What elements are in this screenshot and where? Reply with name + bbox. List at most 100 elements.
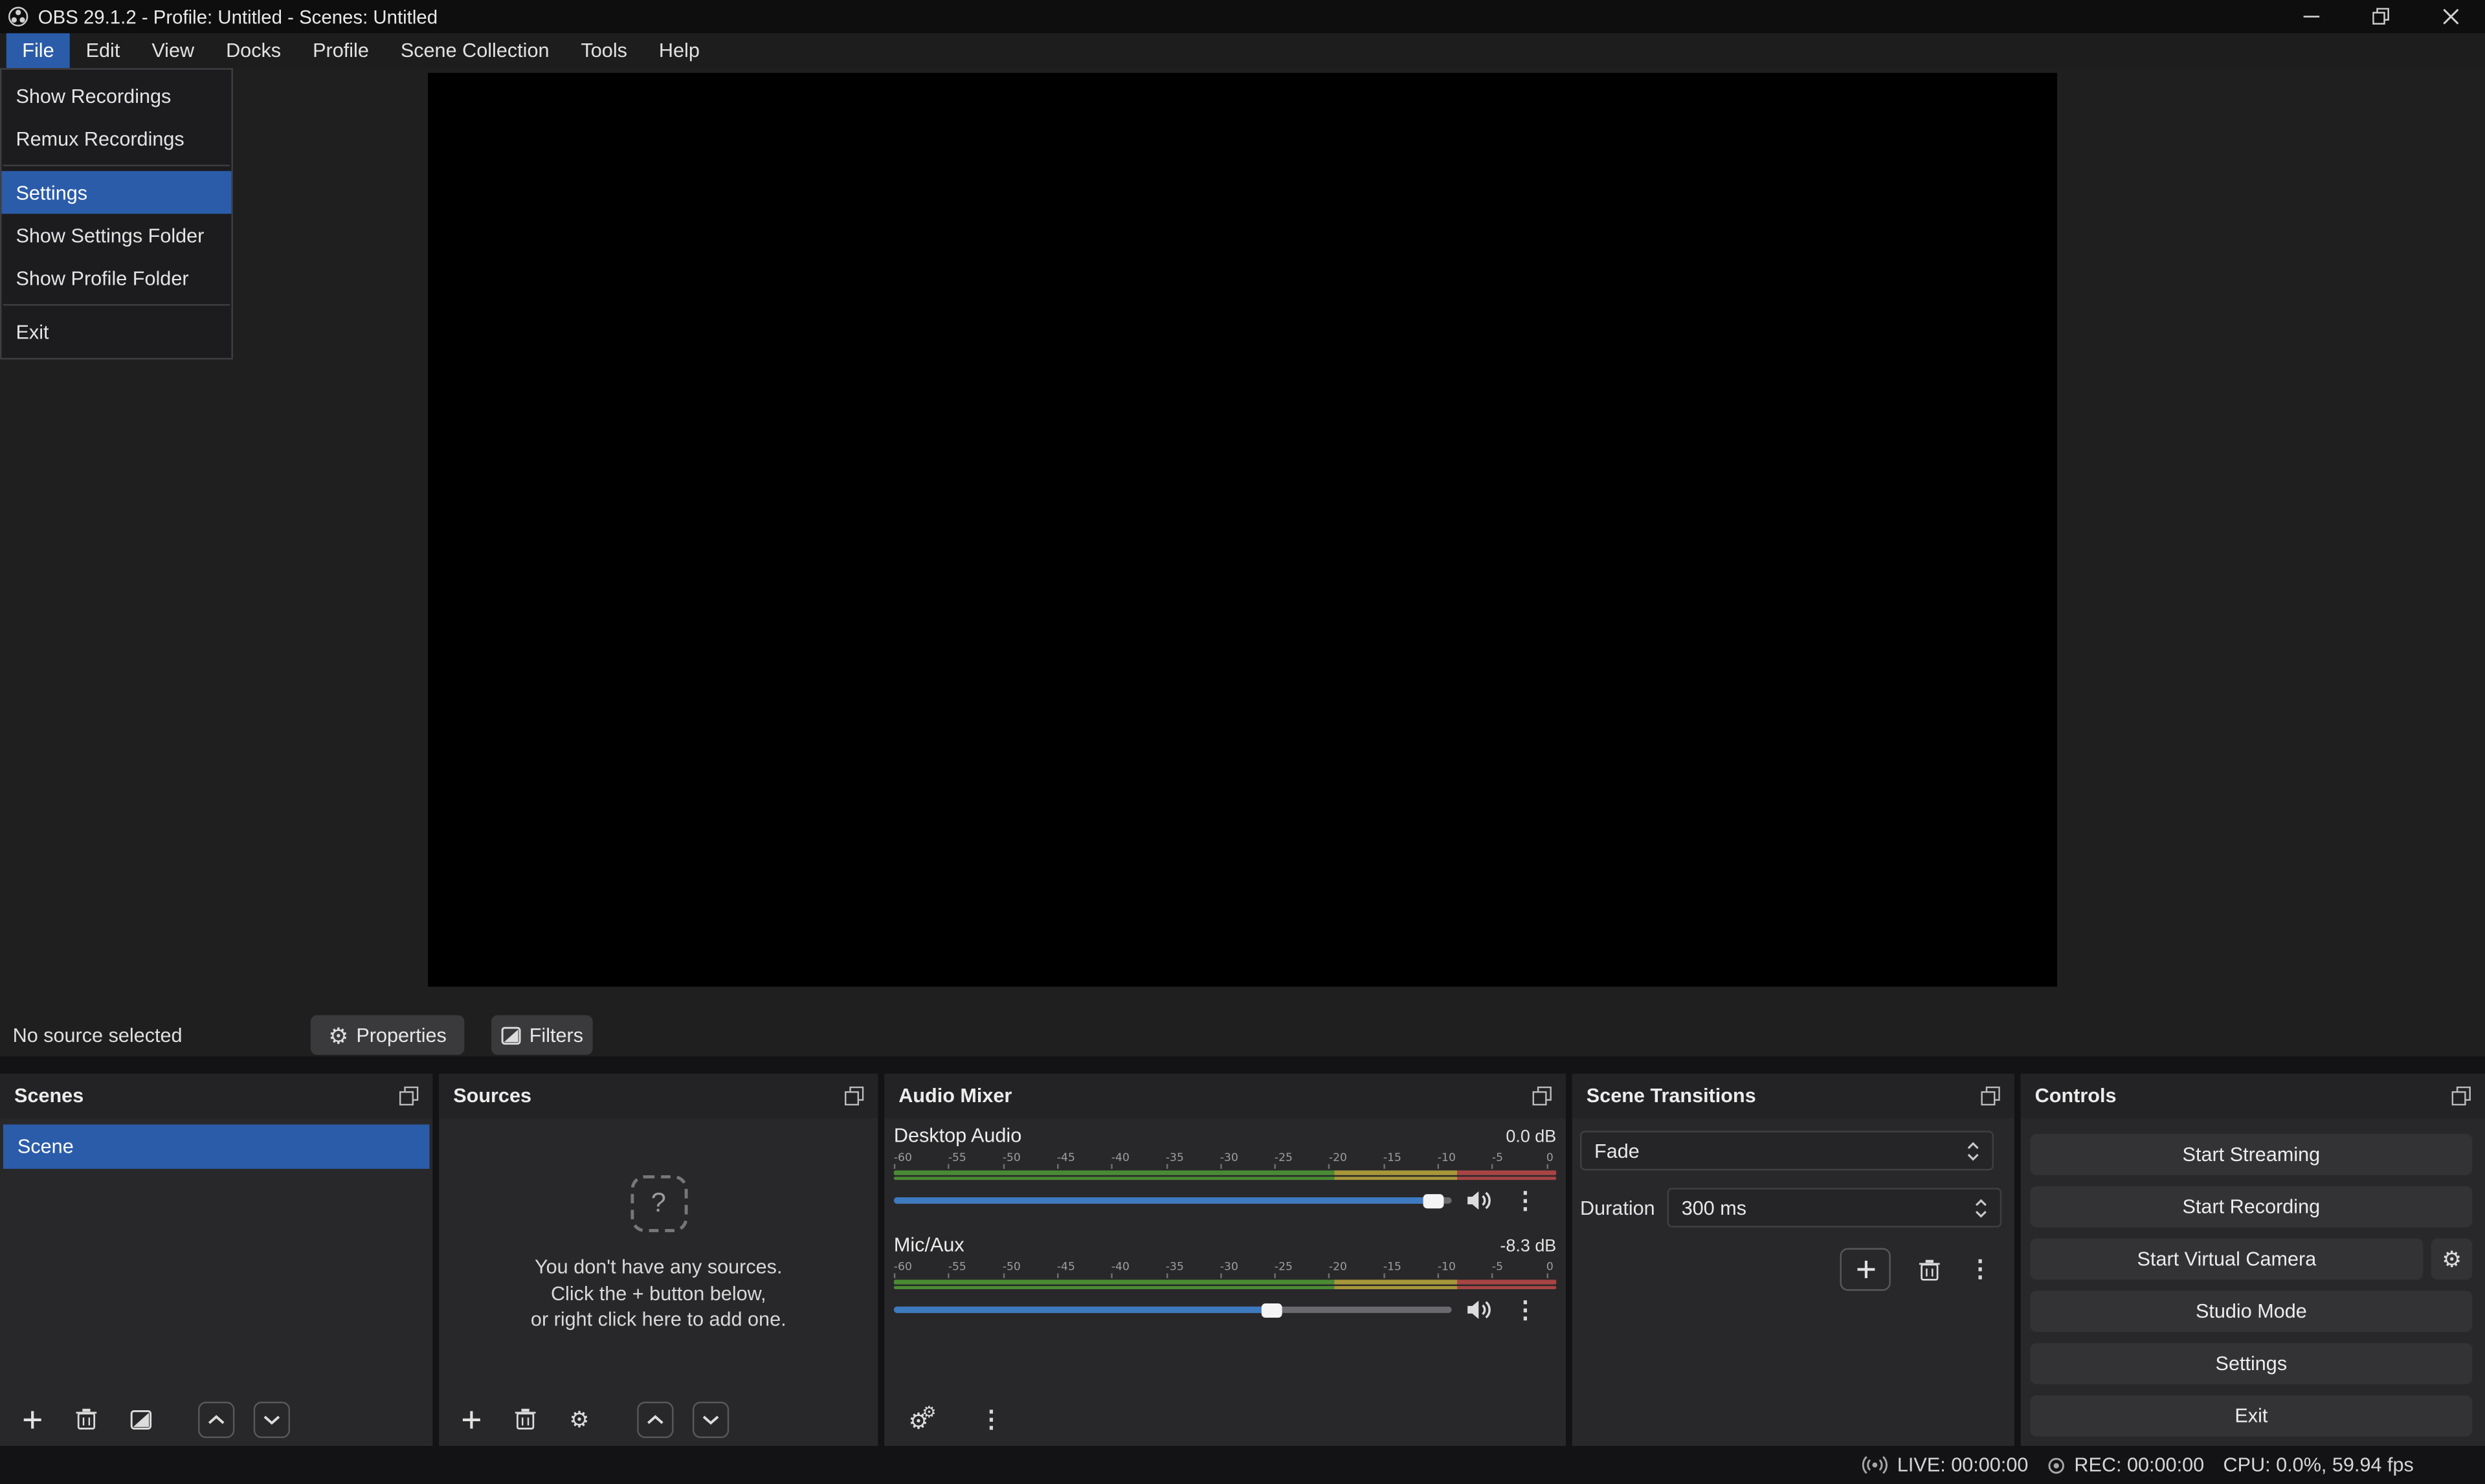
- mixer-channel-desktop-audio: Desktop Audio 0.0 dB -60-55-50-45-40-35-…: [894, 1124, 1556, 1212]
- volume-meter-scale: -60-55-50-45-40-35-30-25-20-15-10-50: [894, 1153, 1556, 1169]
- menu-separator: [3, 165, 230, 166]
- move-source-down-button[interactable]: [693, 1401, 729, 1437]
- scene-transitions-dock: Scene Transitions Fade Duration 300 ms: [1572, 1074, 2014, 1446]
- exit-button[interactable]: Exit: [2030, 1395, 2472, 1437]
- menu-item-show-settings-folder[interactable]: Show Settings Folder: [1, 214, 231, 256]
- cpu-fps-label: CPU: 0.0%, 59.94 fps: [2223, 1454, 2414, 1476]
- properties-button-label: Properties: [356, 1024, 447, 1046]
- close-button[interactable]: [2415, 0, 2485, 33]
- duration-spinbox[interactable]: 300 ms: [1667, 1188, 2002, 1227]
- mixer-channel-mic-aux: Mic/Aux -8.3 dB -60-55-50-45-40-35-30-25…: [894, 1234, 1556, 1321]
- popout-button[interactable]: [1533, 1087, 1552, 1105]
- popout-button[interactable]: [399, 1087, 418, 1105]
- audio-mixer-dock: Audio Mixer Desktop Audio 0.0 dB -60-55-…: [884, 1074, 1566, 1446]
- close-icon: [2442, 8, 2459, 25]
- menu-item-remux-recordings[interactable]: Remux Recordings: [1, 117, 231, 160]
- popout-button[interactable]: [2452, 1087, 2471, 1105]
- scene-filters-button[interactable]: [127, 1406, 154, 1433]
- move-scene-up-button[interactable]: [198, 1401, 234, 1437]
- add-transition-button[interactable]: [1840, 1248, 1891, 1290]
- live-time-label: LIVE: 00:00:00: [1897, 1454, 2028, 1476]
- remove-transition-button[interactable]: [1919, 1258, 1940, 1280]
- menu-scene-collection[interactable]: Scene Collection: [384, 33, 565, 68]
- studio-mode-button[interactable]: Studio Mode: [2030, 1290, 2472, 1332]
- source-toolbar: No source selected ⚙ Properties Filters: [0, 1013, 2485, 1056]
- channel-options-button[interactable]: ⋮: [1513, 1189, 1537, 1213]
- main-area: [0, 68, 2485, 1013]
- properties-button[interactable]: ⚙ Properties: [311, 1015, 464, 1055]
- menu-profile[interactable]: Profile: [297, 33, 385, 68]
- trash-icon: [515, 1408, 536, 1430]
- source-properties-button[interactable]: ⚙: [566, 1406, 593, 1433]
- chevron-down-icon: [263, 1413, 280, 1424]
- no-source-selected-label: No source selected: [13, 1013, 183, 1056]
- sources-empty-area[interactable]: ? You don't have any sources. Click the …: [439, 1118, 878, 1392]
- menu-edit[interactable]: Edit: [70, 33, 136, 68]
- settings-button[interactable]: Settings: [2030, 1343, 2472, 1384]
- menubar: File Edit View Docks Profile Scene Colle…: [0, 33, 2485, 68]
- rec-status: REC: 00:00:00: [2047, 1454, 2204, 1476]
- menu-item-exit[interactable]: Exit: [1, 311, 231, 353]
- trash-icon: [76, 1408, 97, 1430]
- menu-item-show-recordings[interactable]: Show Recordings: [1, 74, 231, 117]
- obs-window: OBS 29.1.2 - Profile: Untitled - Scenes:…: [0, 0, 2485, 1484]
- controls-dock-header: Controls: [2021, 1074, 2485, 1118]
- transition-select[interactable]: Fade: [1580, 1131, 1994, 1170]
- controls-dock: Controls Start Streaming Start Recording…: [2021, 1074, 2485, 1446]
- channel-name: Mic/Aux: [894, 1234, 964, 1256]
- volume-slider-fill: [894, 1307, 1273, 1313]
- scene-list-item[interactable]: Scene: [3, 1124, 430, 1169]
- start-virtual-camera-button[interactable]: Start Virtual Camera: [2030, 1239, 2423, 1280]
- mixer-toolbar: ⚙⚙ ⋮: [884, 1392, 1566, 1446]
- remove-scene-button[interactable]: [73, 1406, 100, 1433]
- dots-icon: ⋮: [1513, 1298, 1537, 1322]
- duration-label: Duration: [1580, 1188, 1655, 1227]
- move-scene-down-button[interactable]: [254, 1401, 290, 1437]
- menu-item-settings[interactable]: Settings: [1, 171, 231, 214]
- transition-select-value: Fade: [1594, 1140, 1640, 1162]
- menu-file[interactable]: File: [6, 33, 70, 68]
- volume-meter: [894, 1285, 1556, 1289]
- volume-slider[interactable]: [894, 1307, 1452, 1313]
- rec-time-label: REC: 00:00:00: [2074, 1454, 2204, 1476]
- popout-button[interactable]: [845, 1087, 864, 1105]
- start-recording-button[interactable]: Start Recording: [2030, 1186, 2472, 1228]
- mute-button[interactable]: [1466, 1190, 1493, 1212]
- start-streaming-button[interactable]: Start Streaming: [2030, 1134, 2472, 1175]
- minimize-button[interactable]: [2276, 0, 2346, 33]
- file-menu: Show Recordings Remux Recordings Setting…: [0, 68, 233, 359]
- mute-button[interactable]: [1466, 1299, 1493, 1321]
- chevron-up-icon: [647, 1413, 664, 1424]
- filters-button[interactable]: Filters: [491, 1015, 593, 1055]
- channel-options-button[interactable]: ⋮: [1513, 1298, 1537, 1322]
- menu-docks[interactable]: Docks: [210, 33, 297, 68]
- volume-meter: [894, 1170, 1556, 1174]
- menu-item-show-profile-folder[interactable]: Show Profile Folder: [1, 256, 231, 299]
- add-source-button[interactable]: [458, 1406, 485, 1433]
- dots-icon: ⋮: [1968, 1255, 1992, 1282]
- popout-button[interactable]: [1981, 1087, 2000, 1105]
- plus-icon: [22, 1409, 43, 1430]
- remove-source-button[interactable]: [512, 1406, 539, 1433]
- spinbox-arrows[interactable]: [1975, 1198, 1988, 1217]
- mixer-options-button[interactable]: ⋮: [978, 1406, 1005, 1433]
- advanced-audio-properties-button[interactable]: ⚙⚙: [904, 1406, 942, 1433]
- add-scene-button[interactable]: [19, 1406, 46, 1433]
- sources-dock-header: Sources: [439, 1074, 878, 1118]
- virtual-camera-settings-button[interactable]: ⚙: [2431, 1239, 2473, 1280]
- scenes-toolbar: [0, 1392, 432, 1446]
- menu-help[interactable]: Help: [643, 33, 715, 68]
- scene-transitions-dock-body: Fade Duration 300 ms ⋮: [1572, 1118, 2014, 1446]
- preview-canvas[interactable]: [428, 73, 2057, 987]
- chevron-down-icon: [702, 1413, 720, 1424]
- volume-slider-handle[interactable]: [1424, 1193, 1445, 1208]
- channel-level-label: -8.3 dB: [1500, 1237, 1556, 1256]
- volume-slider-handle[interactable]: [1262, 1303, 1283, 1317]
- scene-transitions-dock-title: Scene Transitions: [1587, 1085, 1756, 1107]
- transition-options-button[interactable]: ⋮: [1968, 1255, 1992, 1283]
- menu-tools[interactable]: Tools: [565, 33, 643, 68]
- menu-view[interactable]: View: [136, 33, 210, 68]
- move-source-up-button[interactable]: [637, 1401, 673, 1437]
- volume-slider[interactable]: [894, 1197, 1452, 1204]
- maximize-button[interactable]: [2346, 0, 2416, 33]
